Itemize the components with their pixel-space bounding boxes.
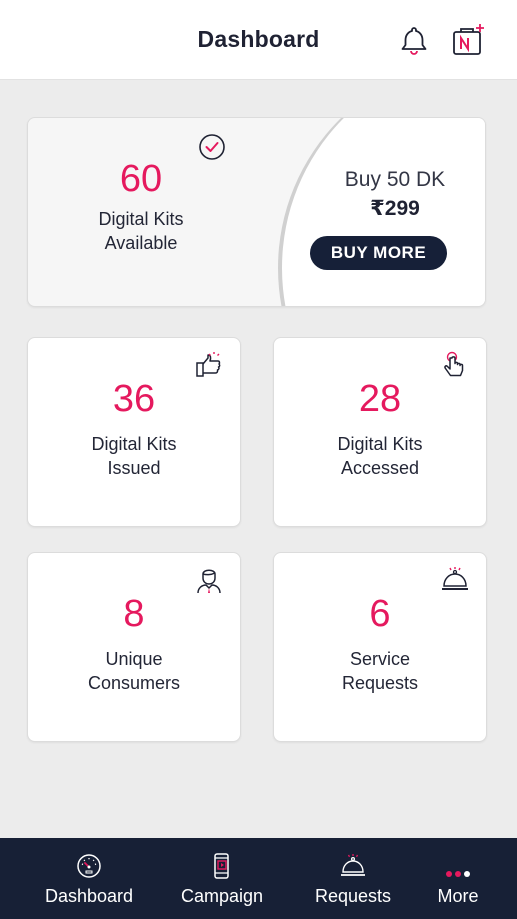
service-bell-icon: [442, 567, 468, 590]
buy-more-button[interactable]: BUY MORE: [310, 236, 447, 270]
thumbs-up-icon: [196, 352, 221, 377]
kits-accessed-label-line1: Digital Kits: [337, 434, 423, 454]
kits-available-count: 60: [119, 158, 163, 200]
kits-issued-label-line1: Digital Kits: [91, 434, 177, 454]
unique-consumers-label: Unique Consumers: [28, 647, 240, 695]
kits-accessed-card[interactable]: 28 Digital Kits Accessed: [273, 337, 487, 527]
service-requests-count: 6: [369, 593, 391, 635]
service-requests-label: Service Requests: [274, 647, 486, 695]
nav-label-dashboard: Dashboard: [44, 886, 134, 906]
unique-consumers-count: 8: [123, 593, 145, 635]
service-requests-label-line2: Requests: [341, 673, 419, 693]
kits-issued-label: Digital Kits Issued: [28, 432, 240, 480]
offer-title: Buy 50 DK: [344, 168, 446, 191]
speedometer-icon: [77, 854, 101, 878]
more-dots-icon: [445, 864, 471, 877]
unique-consumers-label-line2: Consumers: [87, 673, 181, 693]
nav-item-dashboard[interactable]: Dashboard: [34, 838, 144, 919]
kits-available-label-line2: Available: [104, 233, 178, 253]
nav-item-more[interactable]: More: [420, 838, 496, 919]
nav-item-requests[interactable]: Requests: [298, 838, 408, 919]
app-header: Dashboard: [0, 0, 517, 80]
nav-label-campaign: Campaign: [180, 886, 264, 906]
kits-issued-count: 36: [112, 378, 156, 420]
service-requests-card[interactable]: 6 Service Requests: [273, 552, 487, 742]
offer-price: ₹299: [370, 197, 420, 220]
bottom-nav: Dashboard Campaign Requests More: [0, 838, 517, 919]
nav-label-more: More: [437, 886, 479, 906]
kits-available-label: Digital Kits Available: [28, 207, 254, 255]
nav-label-requests: Requests: [314, 886, 392, 906]
service-bell-icon: [341, 854, 365, 876]
kits-available-card: 60 Digital Kits Available Buy 50 DK ₹299…: [27, 117, 486, 307]
kits-issued-label-line2: Issued: [107, 458, 161, 478]
digital-kit-add-icon[interactable]: [450, 22, 486, 58]
bell-icon[interactable]: [396, 22, 432, 58]
kits-accessed-count: 28: [358, 378, 402, 420]
tap-hand-icon: [444, 351, 464, 377]
kits-available-label-line1: Digital Kits: [98, 209, 184, 229]
page-title: Dashboard: [197, 26, 320, 52]
kits-accessed-label-line2: Accessed: [340, 458, 420, 478]
service-requests-label-line1: Service: [349, 649, 411, 669]
kits-accessed-label: Digital Kits Accessed: [274, 432, 486, 480]
kits-issued-card[interactable]: 36 Digital Kits Issued: [27, 337, 241, 527]
person-icon: [197, 569, 221, 594]
unique-consumers-label-line1: Unique: [105, 649, 163, 669]
phone-campaign-icon: [214, 853, 229, 879]
nav-item-campaign[interactable]: Campaign: [167, 838, 277, 919]
unique-consumers-card[interactable]: 8 Unique Consumers: [27, 552, 241, 742]
